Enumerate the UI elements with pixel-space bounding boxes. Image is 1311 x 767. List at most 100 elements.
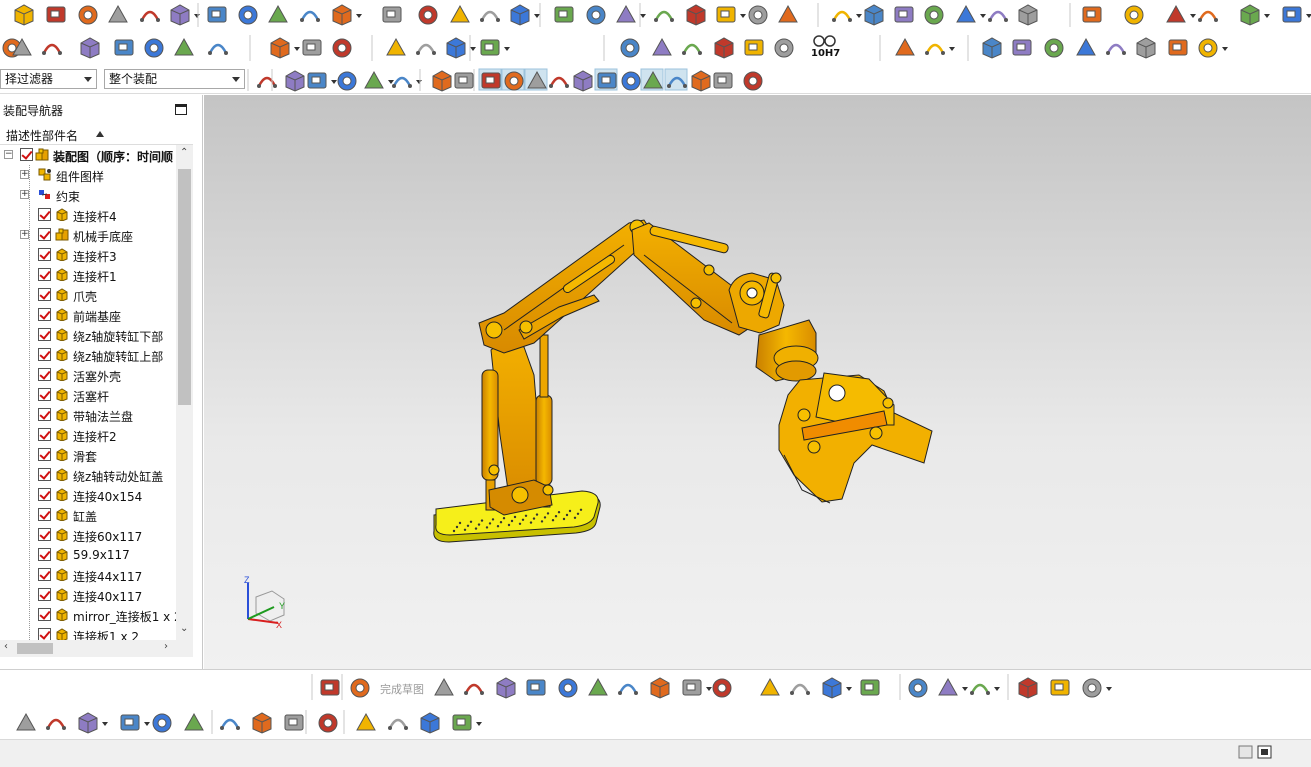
- assembly-tool-icon[interactable]: [120, 714, 150, 731]
- feature-tool-icon[interactable]: [480, 10, 500, 22]
- scrollbar-thumb[interactable]: [178, 169, 191, 405]
- sketch-tool-icon[interactable]: [526, 679, 546, 696]
- tool-icon[interactable]: [1012, 39, 1032, 56]
- tool-icon[interactable]: [774, 38, 794, 58]
- sketch-tool-icon[interactable]: [350, 678, 370, 698]
- feature-tool-icon[interactable]: [988, 10, 1008, 22]
- sketch-tool-icon[interactable]: [908, 678, 928, 698]
- sketch-tool-icon[interactable]: [790, 683, 810, 695]
- tree-node[interactable]: 连接杆1: [0, 265, 176, 285]
- tree-node[interactable]: 连接杆3: [0, 245, 176, 265]
- sketch-tool-icon[interactable]: [320, 679, 340, 696]
- scroll-left-icon[interactable]: ‹: [4, 641, 8, 652]
- feature-tool-icon[interactable]: [832, 10, 862, 22]
- filter-tool-icon[interactable]: [454, 72, 474, 89]
- snap-point-icon[interactable]: [481, 72, 501, 89]
- feature-tool-icon[interactable]: [108, 4, 128, 23]
- tool-icon[interactable]: [416, 43, 436, 55]
- tree-node[interactable]: 缸盖: [0, 505, 176, 525]
- assembly-tool-icon[interactable]: [318, 713, 338, 733]
- tree-node[interactable]: 绕z轴旋转缸下部: [0, 325, 176, 345]
- snap-point-icon[interactable]: [504, 71, 524, 91]
- tool-icon[interactable]: [332, 38, 352, 58]
- feature-tool-icon[interactable]: [616, 4, 646, 23]
- sketch-tool-icon[interactable]: [822, 677, 852, 699]
- feature-tool-icon[interactable]: [46, 6, 66, 23]
- visibility-checkbox[interactable]: [38, 488, 51, 501]
- tree-node[interactable]: + 机械手底座: [0, 225, 176, 245]
- sketch-tool-icon[interactable]: [618, 683, 638, 695]
- tree-node[interactable]: 滑套: [0, 445, 176, 465]
- tree-node[interactable]: 连接60x117: [0, 525, 176, 545]
- expand-icon[interactable]: +: [20, 190, 29, 199]
- tree-node[interactable]: 连接40x117: [0, 585, 176, 605]
- feature-tool-icon[interactable]: [1082, 6, 1102, 23]
- tool-icon[interactable]: [446, 37, 476, 59]
- filter-tool-icon[interactable]: [337, 71, 357, 91]
- tolerance-button[interactable]: 10H7: [808, 34, 844, 62]
- feature-tool-icon[interactable]: [14, 4, 34, 26]
- assembly-tool-icon[interactable]: [152, 713, 172, 733]
- sketch-tool-icon[interactable]: [1018, 677, 1038, 699]
- feature-tool-icon[interactable]: [332, 4, 362, 26]
- feature-tool-icon[interactable]: [300, 10, 320, 22]
- assembly-tool-icon[interactable]: [420, 712, 440, 734]
- feature-tool-icon[interactable]: [778, 4, 798, 23]
- assembly-tool-icon[interactable]: [452, 714, 482, 731]
- filter-tool-icon[interactable]: [432, 70, 452, 92]
- visibility-checkbox[interactable]: [20, 148, 33, 161]
- feature-tool-icon[interactable]: [382, 6, 402, 23]
- tool-icon[interactable]: [714, 37, 734, 59]
- feature-tool-icon[interactable]: [418, 5, 438, 25]
- snap-point-icon[interactable]: [573, 70, 593, 92]
- feature-tool-icon[interactable]: [1198, 10, 1218, 22]
- tool-icon[interactable]: [682, 43, 702, 55]
- visibility-checkbox[interactable]: [38, 308, 51, 321]
- assembly-tool-icon[interactable]: [252, 712, 272, 734]
- tree-node[interactable]: 59.9x117: [0, 545, 176, 565]
- snap-point-icon[interactable]: [643, 70, 663, 89]
- scroll-right-icon[interactable]: ›: [164, 641, 168, 652]
- feature-tool-icon[interactable]: [1018, 4, 1038, 26]
- feature-tool-icon[interactable]: [864, 4, 884, 26]
- assembly-tool-icon[interactable]: [284, 714, 304, 731]
- column-header[interactable]: 描述性部件名: [0, 123, 193, 145]
- feature-tool-icon[interactable]: [78, 5, 98, 25]
- scroll-up-icon[interactable]: ⌃: [180, 147, 188, 158]
- scrollbar-thumb[interactable]: [17, 643, 53, 654]
- tree-node[interactable]: mirror_连接板1 x 2: [0, 605, 176, 625]
- visibility-checkbox[interactable]: [38, 208, 51, 221]
- tree-node[interactable]: 连接杆4: [0, 205, 176, 225]
- maximize-icon[interactable]: [175, 104, 187, 115]
- tool-icon[interactable]: [744, 39, 764, 56]
- tool-icon[interactable]: [895, 37, 915, 56]
- tree-node[interactable]: 爪壳: [0, 285, 176, 305]
- feature-tool-icon[interactable]: [586, 5, 606, 25]
- visibility-checkbox[interactable]: [38, 548, 51, 561]
- visibility-checkbox[interactable]: [38, 628, 51, 640]
- feature-tool-icon[interactable]: [894, 6, 914, 23]
- tool-icon[interactable]: [652, 37, 672, 56]
- feature-tool-icon[interactable]: [748, 5, 768, 25]
- sketch-tool-icon[interactable]: [1082, 678, 1112, 698]
- snap-point-icon[interactable]: [597, 72, 617, 89]
- visibility-checkbox[interactable]: [38, 248, 51, 261]
- visibility-checkbox[interactable]: [38, 348, 51, 361]
- base-column[interactable]: [481, 334, 554, 516]
- feature-tool-icon[interactable]: [238, 5, 258, 25]
- feature-tool-icon[interactable]: [140, 10, 160, 22]
- finish-sketch-label[interactable]: 完成草图: [380, 681, 424, 697]
- tool-icon[interactable]: [620, 38, 640, 58]
- feature-tool-icon[interactable]: [1166, 4, 1196, 23]
- visibility-checkbox[interactable]: [38, 528, 51, 541]
- tree-node[interactable]: 前端基座: [0, 305, 176, 325]
- scroll-down-icon[interactable]: ⌄: [180, 623, 188, 634]
- tree-node[interactable]: 连接板1 x 2: [0, 625, 176, 640]
- tool-icon[interactable]: [982, 37, 1002, 59]
- tree-node[interactable]: 绕z轴转动处缸盖: [0, 465, 176, 485]
- filter-tool-icon[interactable]: [392, 76, 422, 88]
- snap-point-icon[interactable]: [743, 71, 763, 91]
- sketch-tool-icon[interactable]: [860, 679, 880, 696]
- tree-node[interactable]: + 组件图样: [0, 165, 176, 185]
- visibility-checkbox[interactable]: [38, 228, 51, 241]
